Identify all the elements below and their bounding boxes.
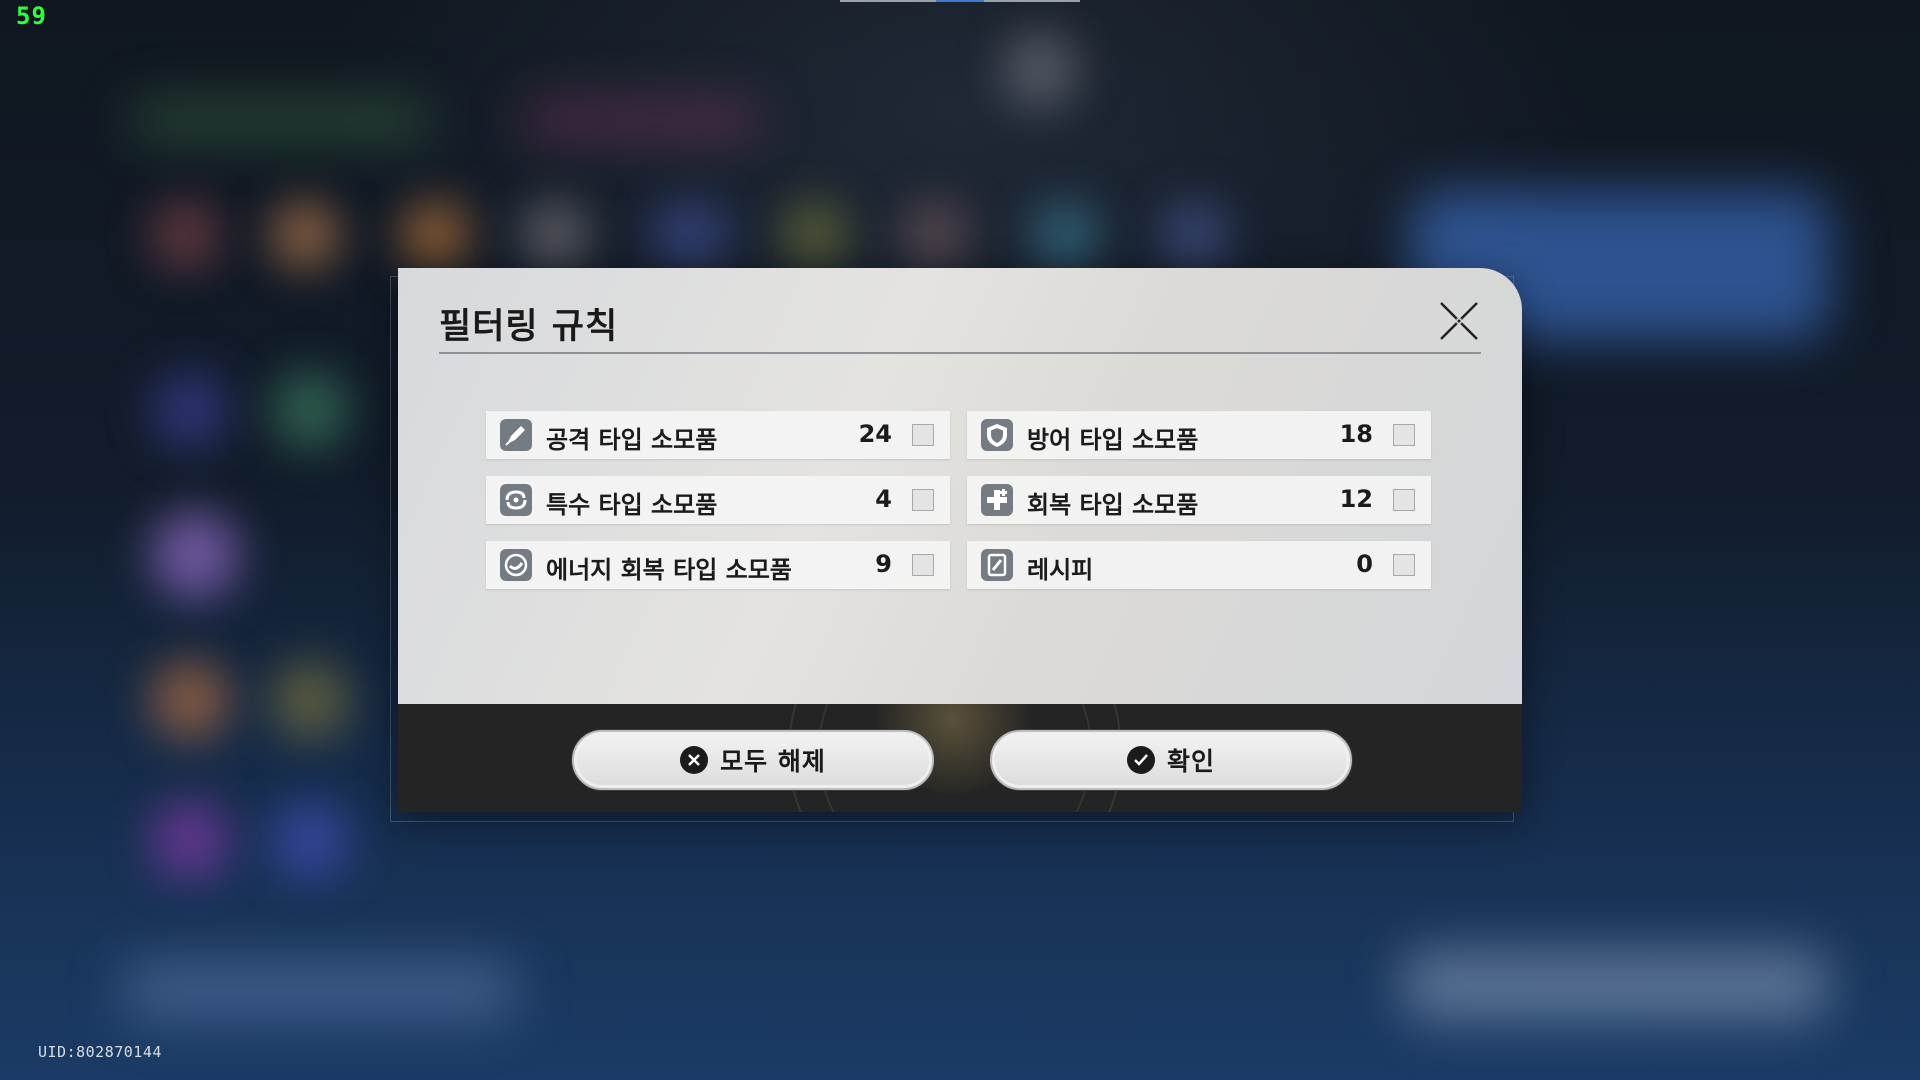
filter-count: 12 — [1339, 485, 1373, 513]
filter-label: 방어 타입 소모품 — [1027, 426, 1199, 454]
fps-counter: 59 — [16, 2, 47, 30]
filter-label: 회복 타입 소모품 — [1027, 491, 1199, 519]
filter-label: 에너지 회복 타입 소모품 — [546, 556, 792, 584]
filter-count: 18 — [1339, 420, 1373, 448]
shield-icon — [981, 419, 1013, 451]
dialog-title: 필터링 규칙 — [439, 307, 619, 347]
check-circle-icon — [1126, 746, 1155, 774]
title-divider — [439, 352, 1481, 354]
filter-label: 특수 타입 소모품 — [546, 491, 718, 519]
recipe-icon — [981, 549, 1013, 581]
user-id-label: UID:802870144 — [38, 1043, 162, 1061]
filter-checkbox[interactable] — [1393, 554, 1415, 576]
dialog-footer — [398, 704, 1522, 812]
clear-all-label: 모두 해제 — [720, 747, 826, 776]
filter-row-heal[interactable]: 회복 타입 소모품 12 — [967, 476, 1431, 524]
filter-row-attack[interactable]: 공격 타입 소모품 24 — [486, 411, 950, 459]
dialog-body: 필터링 규칙 공격 타입 소모품 24 방어 타입 소모품 18 특수 타입 소… — [398, 268, 1522, 704]
plus-heal-icon — [981, 484, 1013, 516]
filter-count: 4 — [875, 485, 892, 513]
filter-checkbox[interactable] — [912, 489, 934, 511]
sword-icon — [500, 419, 532, 451]
filter-checkbox[interactable] — [1393, 424, 1415, 446]
close-button[interactable] — [1438, 300, 1480, 342]
confirm-label: 확인 — [1166, 747, 1215, 776]
filter-row-recipe[interactable]: 레시피 0 — [967, 541, 1431, 589]
x-circle-icon — [680, 746, 709, 774]
filter-label: 공격 타입 소모품 — [546, 426, 718, 454]
filter-count: 9 — [875, 550, 892, 578]
filter-checkbox[interactable] — [1393, 489, 1415, 511]
filter-row-energy[interactable]: 에너지 회복 타입 소모품 9 — [486, 541, 950, 589]
filter-label: 레시피 — [1027, 556, 1094, 584]
filter-row-special[interactable]: 특수 타입 소모품 4 — [486, 476, 950, 524]
energy-icon — [500, 549, 532, 581]
filter-row-defense[interactable]: 방어 타입 소모품 18 — [967, 411, 1431, 459]
filter-count: 0 — [1356, 550, 1373, 578]
close-x-icon — [1440, 302, 1478, 340]
filter-rules-dialog: 필터링 규칙 공격 타입 소모품 24 방어 타입 소모품 18 특수 타입 소… — [398, 268, 1522, 812]
confirm-button[interactable]: 확인 — [990, 730, 1352, 790]
filter-count: 24 — [858, 420, 892, 448]
swirl-icon — [500, 484, 532, 516]
clear-all-button[interactable]: 모두 해제 — [572, 730, 934, 790]
filter-checkbox[interactable] — [912, 424, 934, 446]
filter-checkbox[interactable] — [912, 554, 934, 576]
top-progress-bar — [840, 0, 1080, 2]
